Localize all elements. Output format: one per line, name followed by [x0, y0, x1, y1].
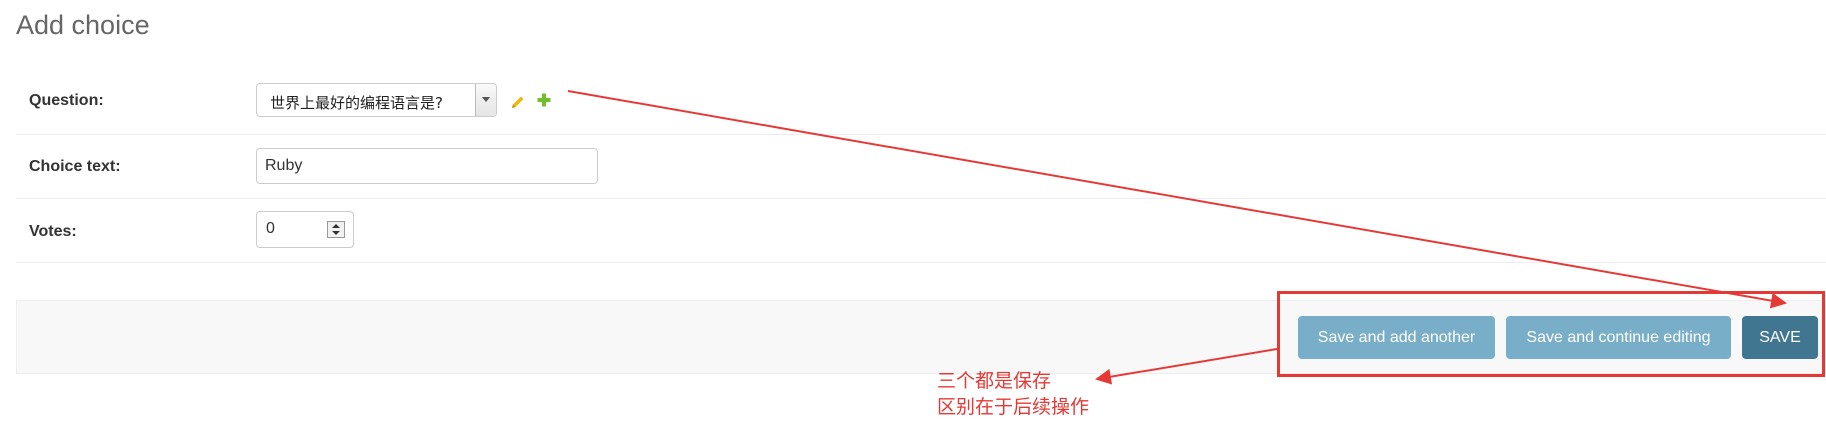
save-and-add-another-button[interactable]: Save and add another — [1298, 316, 1495, 359]
chevron-down-icon[interactable] — [475, 84, 496, 116]
save-button[interactable]: SAVE — [1742, 316, 1818, 359]
votes-value: 0 — [266, 220, 275, 237]
form-row-question: Question: 世界上最好的编程语言是? — [16, 80, 1826, 135]
stepper-up-icon[interactable] — [332, 224, 340, 228]
pencil-icon[interactable] — [510, 94, 526, 110]
page-title: Add choice — [16, 10, 150, 40]
annotation-note-line1: 三个都是保存 — [937, 370, 1052, 392]
stepper-down-icon[interactable] — [332, 231, 340, 235]
form-row-votes: Votes: 0 — [16, 199, 1826, 263]
form-row-choice-text: Choice text: — [16, 135, 1826, 199]
question-select-value: 世界上最好的编程语言是? — [270, 94, 443, 112]
question-label: Question: — [29, 92, 104, 109]
votes-label: Votes: — [29, 223, 77, 240]
votes-input[interactable]: 0 — [256, 211, 354, 248]
choice-text-label: Choice text: — [29, 158, 121, 175]
save-and-continue-button[interactable]: Save and continue editing — [1506, 316, 1731, 359]
plus-icon[interactable] — [536, 92, 552, 108]
choice-text-input[interactable] — [256, 148, 598, 184]
quantity-stepper[interactable] — [327, 221, 345, 238]
annotation-note-line2: 区别在于后续操作 — [937, 396, 1090, 418]
annotation-note: 三个都是保存 区别在于后续操作 — [937, 368, 1089, 420]
question-select[interactable]: 世界上最好的编程语言是? — [256, 83, 497, 117]
